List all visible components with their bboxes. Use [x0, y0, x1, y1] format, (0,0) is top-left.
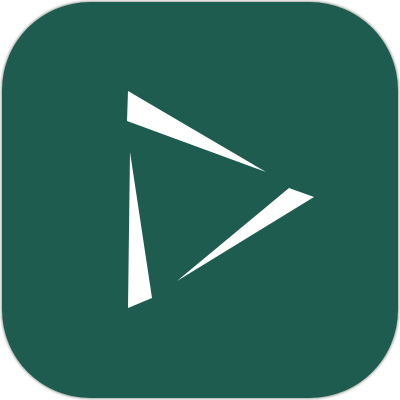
icon-canvas	[0, 0, 400, 400]
app-icon-background	[2, 2, 398, 398]
app-icon[interactable]	[2, 2, 398, 398]
app-icon-graphic	[2, 2, 398, 398]
